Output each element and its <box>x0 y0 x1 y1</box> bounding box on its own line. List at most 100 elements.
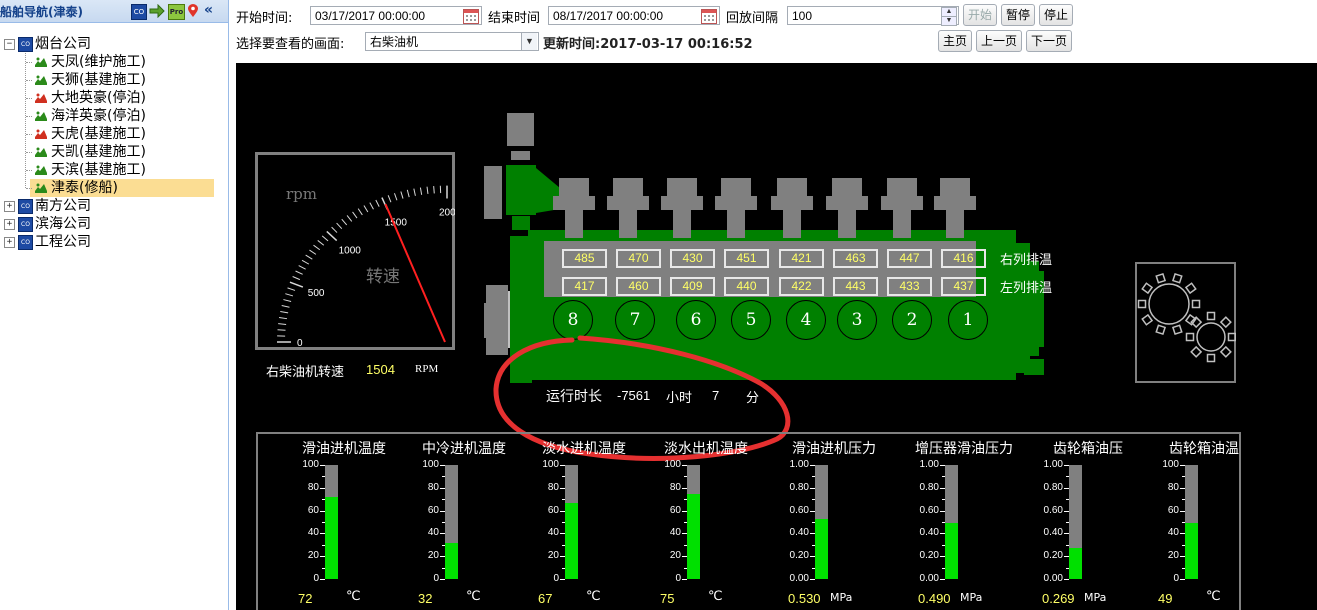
gauge-tick <box>1064 556 1069 558</box>
rpm-tick <box>375 199 380 207</box>
rpm-tick <box>346 215 353 222</box>
gauge-fill <box>565 502 578 579</box>
start-button[interactable]: 开始 <box>963 4 997 26</box>
prev-page-button[interactable]: 上一页 <box>976 30 1022 52</box>
calendar-icon[interactable] <box>463 9 479 24</box>
gauge-unit: ℃ <box>708 589 723 604</box>
gauge-scale-label: 60 <box>547 504 559 516</box>
start-time-field[interactable]: 03/17/2017 00:00:00 <box>310 6 482 25</box>
gauge-tick <box>1066 476 1069 478</box>
start-time-value: 03/17/2017 00:00:00 <box>315 9 426 23</box>
expand-toggle-icon[interactable]: + <box>4 237 15 248</box>
rpm-tick <box>305 254 313 260</box>
home-button[interactable]: 主页 <box>938 30 972 52</box>
pause-button[interactable]: 暂停 <box>1001 4 1035 26</box>
gauge-bar <box>945 465 958 579</box>
sensor-gauge: 淡水进机温度 100 80 60 40 20 0 67 ℃ <box>524 432 644 606</box>
gauge-tick <box>940 465 945 466</box>
location-pin-icon[interactable] <box>187 4 199 18</box>
pro-icon[interactable]: Pro <box>168 4 185 20</box>
ship-icon <box>34 181 48 195</box>
rpm-tick <box>413 188 416 196</box>
gauge-tick <box>940 579 945 580</box>
gauge-fill <box>445 542 458 579</box>
gauge-tick <box>442 544 445 546</box>
rpm-tick <box>406 189 410 198</box>
gauge-tick <box>320 533 325 535</box>
end-time-value: 08/17/2017 00:00:00 <box>553 9 664 23</box>
gauge-tick <box>1064 533 1069 535</box>
collapse-toggle-icon[interactable]: − <box>4 39 15 50</box>
gauge-tick <box>684 544 687 546</box>
screen-select[interactable]: 右柴油机 ▼ <box>365 32 539 51</box>
interval-spinner[interactable]: 100 ▲ ▼ <box>787 6 959 26</box>
tree-ship-green[interactable]: 津泰(修船) <box>26 179 214 197</box>
gauge-tick <box>810 510 815 512</box>
tree-company[interactable]: − CO 烟台公司 <box>0 35 228 53</box>
calendar-icon[interactable] <box>701 9 717 24</box>
gauge-tick <box>562 476 565 478</box>
tree-guide-line <box>26 80 32 81</box>
sidebar-header: 船舶导航(津泰) CO Pro « <box>0 0 228 23</box>
cylinder-number: 2 <box>892 300 932 340</box>
exhaust-manifold <box>553 178 595 238</box>
gauge-tick <box>322 567 325 569</box>
company-icon[interactable]: CO <box>131 4 147 20</box>
stop-button[interactable]: 停止 <box>1039 4 1073 26</box>
gauge-title: 滑油进机压力 <box>792 441 876 457</box>
tree-company[interactable]: + CO 工程公司 <box>0 233 228 251</box>
tree-company[interactable]: + CO 南方公司 <box>0 197 228 215</box>
gauge-tick <box>1180 510 1185 512</box>
gauge-tick <box>1182 499 1185 501</box>
company-icon: CO <box>18 217 33 232</box>
gauge-value: 67 <box>538 591 553 606</box>
gauge-fill <box>325 496 338 579</box>
gauge-value: 32 <box>418 591 433 606</box>
expand-toggle-icon[interactable]: + <box>4 201 15 212</box>
rpm-tick <box>289 281 304 288</box>
collapse-icon[interactable]: « <box>204 3 218 18</box>
spinner-down-icon[interactable]: ▼ <box>941 16 957 26</box>
gauge-scale-label: 0 <box>433 573 439 584</box>
sensor-gauge: 滑油进机压力 1.00 0.80 0.60 0.40 0.20 0.00 0.530 MPa <box>774 432 894 606</box>
gauge-scale-label: 0 <box>1173 573 1179 584</box>
expand-toggle-icon[interactable]: + <box>4 219 15 230</box>
ship-icon <box>34 109 48 123</box>
gauge-unit: MPa <box>1084 591 1107 604</box>
end-time-field[interactable]: 08/17/2017 00:00:00 <box>548 6 720 25</box>
update-time: 更新时间:2017-03-17 00:16:52 <box>543 37 753 52</box>
gauge-fill <box>815 518 828 579</box>
gauge-tick <box>322 476 325 478</box>
sensor-gauge: 中冷进机温度 100 80 60 40 20 0 32 ℃ <box>404 432 524 606</box>
gauge-tick <box>812 476 815 478</box>
gauge-scale-label: 40 <box>307 527 319 539</box>
gauge-scale-label: 20 <box>669 550 681 562</box>
rpm-tick <box>280 310 289 314</box>
exhaust-temp-left: 433 <box>887 277 932 296</box>
gauge-scale-label: 100 <box>542 459 559 470</box>
rpm-tick <box>336 222 343 230</box>
gauge-bar <box>687 465 700 579</box>
exhaust-manifold <box>826 178 868 238</box>
gauge-tick <box>810 533 815 535</box>
gauge-scale-label: 1.00 <box>1043 459 1063 470</box>
exhaust-temp-right: 430 <box>670 249 715 268</box>
next-page-button[interactable]: 下一页 <box>1026 30 1072 52</box>
gauge-scale-label: 0.20 <box>919 550 939 562</box>
gauge-tick <box>562 544 565 546</box>
screen-select-value: 右柴油机 <box>370 35 419 49</box>
gauge-scale-label: 100 <box>302 459 319 470</box>
exhaust-temp-right: 485 <box>562 249 607 268</box>
gauge-bar <box>1069 465 1082 579</box>
gauge-bar <box>1185 465 1198 579</box>
gauge-tick <box>682 579 687 580</box>
gauge-tick <box>560 465 565 466</box>
tree-guide-line <box>26 188 32 189</box>
gauge-scale-label: 0.20 <box>789 550 809 562</box>
tree-company[interactable]: + CO 滨海公司 <box>0 215 228 233</box>
chevron-down-icon[interactable]: ▼ <box>521 33 537 50</box>
gauge-scale-label: 1.00 <box>919 459 939 470</box>
arrow-icon[interactable] <box>149 3 165 19</box>
gauge-tick <box>442 522 445 523</box>
rpm-tick <box>309 249 317 255</box>
